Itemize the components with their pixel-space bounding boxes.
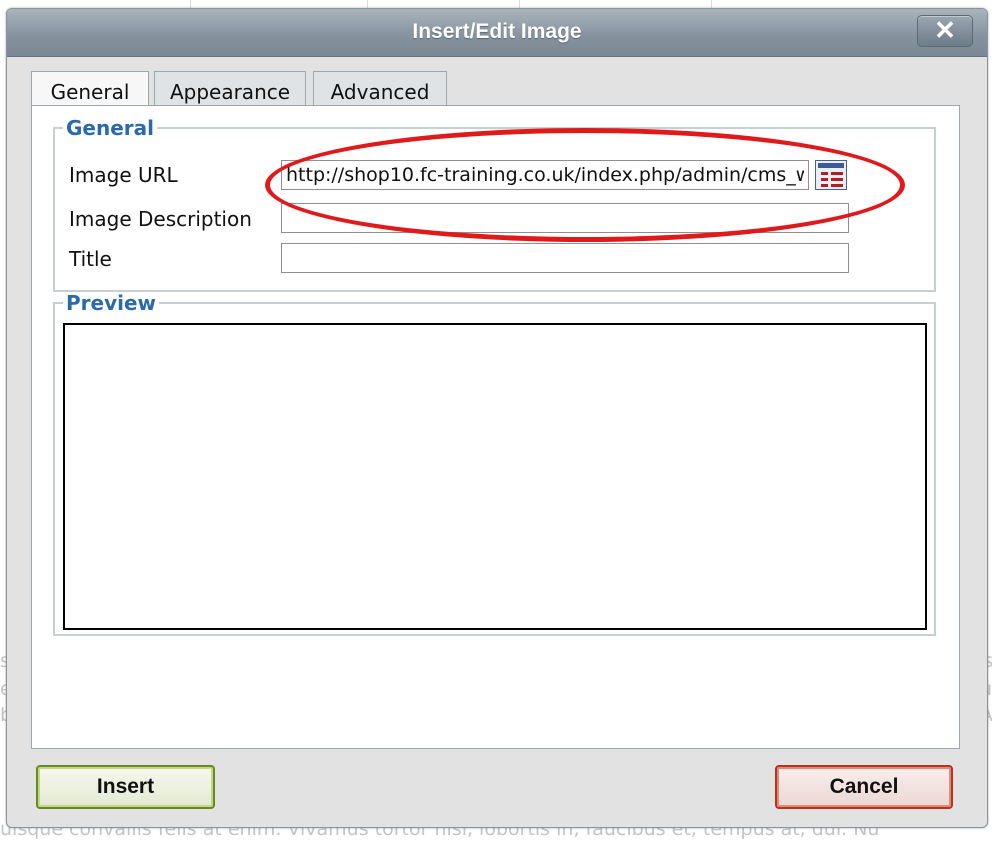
- image-description-label: Image Description: [69, 207, 252, 231]
- general-legend: General: [66, 116, 154, 140]
- preview-legend: Preview: [66, 291, 157, 315]
- title-input[interactable]: [281, 243, 849, 273]
- insert-edit-image-dialog: Insert/Edit Image ✕ General Appearance A…: [6, 8, 988, 828]
- dialog-title: Insert/Edit Image: [412, 20, 582, 43]
- close-button[interactable]: ✕: [917, 15, 973, 47]
- dialog-titlebar[interactable]: Insert/Edit Image ✕: [7, 9, 987, 57]
- file-browser-icon[interactable]: [815, 160, 847, 190]
- image-description-input[interactable]: [281, 203, 849, 233]
- cancel-button[interactable]: Cancel: [775, 765, 953, 809]
- close-icon: ✕: [934, 15, 956, 45]
- image-url-label: Image URL: [69, 163, 178, 187]
- image-url-input[interactable]: [281, 160, 809, 190]
- image-preview-area: [63, 323, 927, 630]
- insert-button[interactable]: Insert: [36, 765, 215, 809]
- title-label: Title: [69, 247, 112, 271]
